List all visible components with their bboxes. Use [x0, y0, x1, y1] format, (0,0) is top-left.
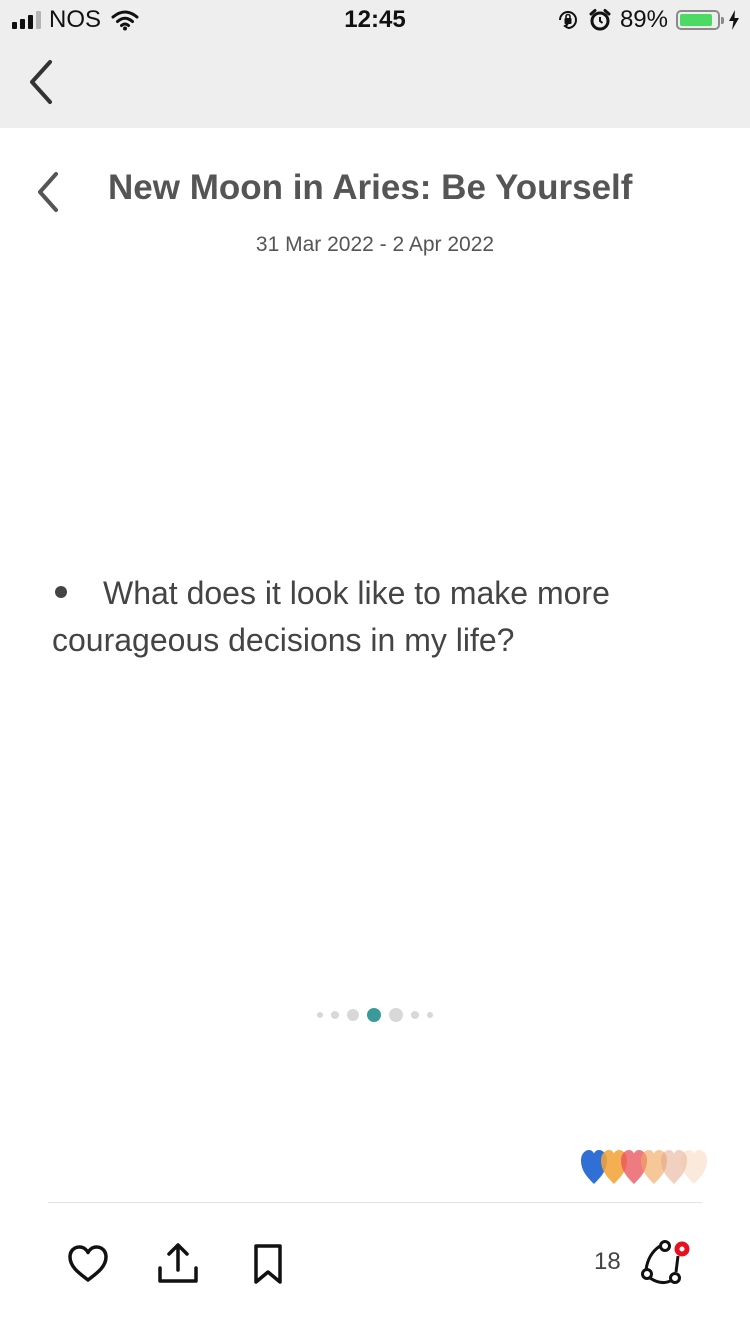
chevron-left-icon [38, 172, 58, 212]
bullet-text: What does it look like to make more cour… [52, 575, 610, 658]
bookmark-button[interactable] [244, 1240, 292, 1288]
battery-percent: 89% [619, 6, 668, 33]
page-dot[interactable] [427, 1012, 433, 1018]
chevron-left-icon [30, 60, 52, 104]
status-bar: NOS 12:45 89% [0, 0, 750, 40]
like-button[interactable] [64, 1240, 112, 1288]
bookmark-icon [254, 1244, 282, 1284]
page-dot[interactable] [367, 1008, 381, 1022]
battery-icon [676, 10, 724, 30]
page-dot[interactable] [331, 1011, 339, 1019]
page-dot[interactable] [389, 1008, 403, 1022]
page-indicator [0, 1006, 750, 1024]
connect-button[interactable] [638, 1240, 698, 1288]
page-title: New Moon in Aries: Be Yourself [108, 168, 633, 207]
status-right: 89% [556, 6, 740, 34]
list-item: What does it look like to make more cour… [52, 570, 702, 664]
nav-back-button[interactable] [22, 58, 62, 106]
divider [48, 1202, 702, 1203]
date-range: 31 Mar 2022 - 2 Apr 2022 [255, 233, 495, 256]
alarm-icon [589, 9, 611, 31]
page-dot[interactable] [317, 1012, 323, 1018]
navigation-bar [0, 40, 750, 128]
heart-outline-icon [68, 1245, 108, 1282]
comment-count: 18 [594, 1248, 621, 1275]
connect-nodes-icon [641, 1240, 690, 1285]
header-back-button[interactable] [30, 168, 70, 216]
page-dot[interactable] [411, 1011, 419, 1019]
reactions-hearts-icon[interactable] [580, 1146, 710, 1188]
page-dot[interactable] [347, 1009, 359, 1021]
reaction-heart-icon [681, 1150, 707, 1184]
bullet-icon [55, 585, 67, 598]
share-button[interactable] [154, 1240, 202, 1288]
share-icon [158, 1243, 198, 1283]
charging-bolt-icon [729, 10, 739, 30]
orientation-lock-icon [558, 11, 577, 29]
